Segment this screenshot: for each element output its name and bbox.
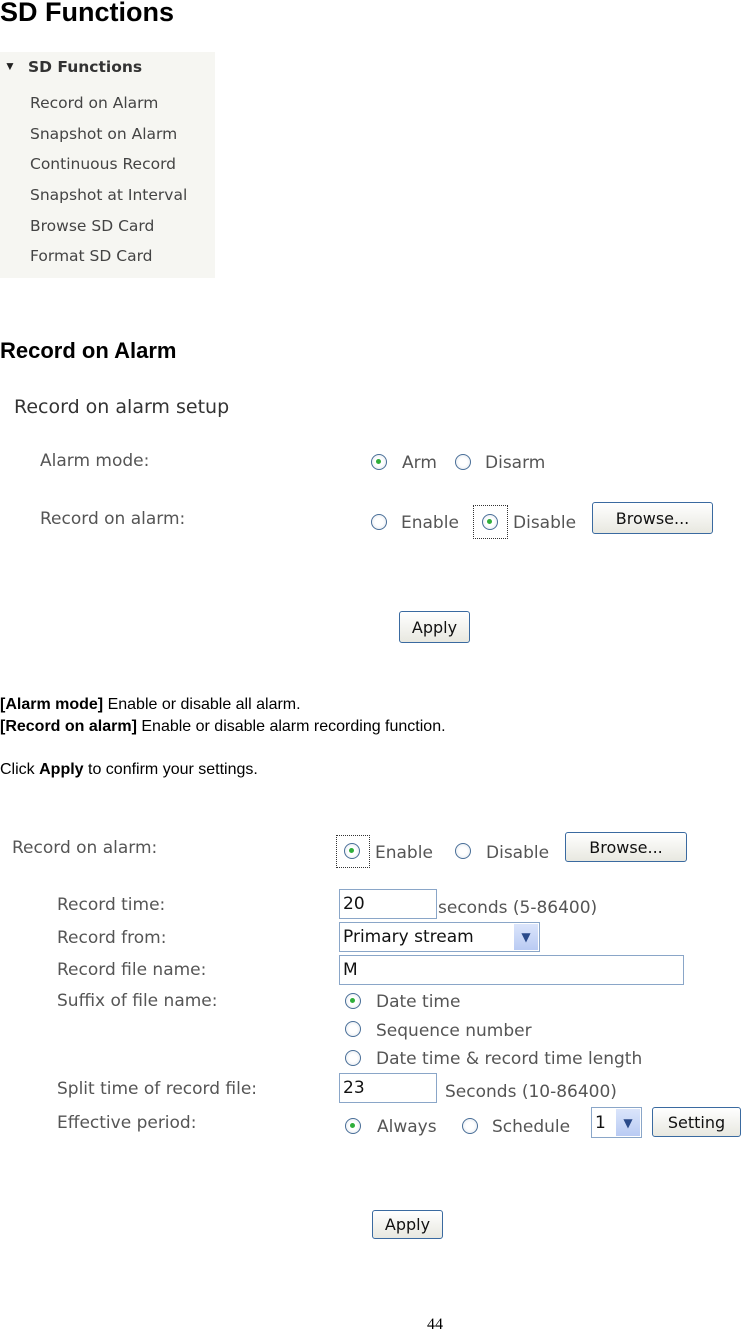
menu-item-format-sd-card[interactable]: Format SD Card <box>30 247 153 265</box>
record-from-label: Record from: <box>57 928 167 948</box>
arm-radio[interactable] <box>371 454 387 470</box>
browse-button[interactable]: Browse... <box>592 502 713 534</box>
arm-label: Arm <box>402 453 437 473</box>
suffix-option: Date time & record time length <box>376 1049 643 1069</box>
file-name-label: Record file name: <box>57 960 207 980</box>
suffix-option: Date time <box>376 992 461 1012</box>
record-on-alarm-label: Record on alarm: <box>12 838 158 858</box>
enable-label: Enable <box>375 843 433 863</box>
menu-item-snapshot-on-alarm[interactable]: Snapshot on Alarm <box>30 125 177 143</box>
menu-item-snapshot-at-interval[interactable]: Snapshot at Interval <box>30 186 187 204</box>
selected-value: 1 <box>595 1112 606 1133</box>
disable-label: Disable <box>513 513 577 533</box>
enable-radio[interactable] <box>344 843 360 859</box>
alarm-mode-label: Alarm mode: <box>40 451 150 471</box>
term: [Alarm mode] <box>0 696 104 713</box>
term: [Record on alarm] <box>0 718 137 735</box>
suffix-date-time-radio[interactable] <box>345 993 361 1009</box>
menu-header[interactable]: SD Functions <box>28 58 142 76</box>
desc-alarm-mode: [Alarm mode] Enable or disable all alarm… <box>0 696 301 714</box>
menu-item-browse-sd-card[interactable]: Browse SD Card <box>30 217 154 235</box>
desc-record-on-alarm: [Record on alarm] Enable or disable alar… <box>0 718 446 736</box>
schedule-label: Schedule <box>492 1117 571 1137</box>
record-from-select[interactable]: Primary stream ▼ <box>339 922 540 952</box>
collapse-triangle-icon[interactable]: ▼ <box>4 59 16 73</box>
definition: Enable or disable alarm recording functi… <box>136 718 446 735</box>
suffix-sequence-radio[interactable] <box>345 1021 361 1037</box>
file-name-input[interactable]: M <box>339 955 684 985</box>
enable-label: Enable <box>401 513 459 533</box>
menu-item-continuous-record[interactable]: Continuous Record <box>30 155 176 173</box>
selected-value: Primary stream <box>343 927 474 947</box>
split-time-input[interactable]: 23 <box>339 1073 437 1103</box>
effective-period-label: Effective period: <box>57 1113 197 1133</box>
schedule-select[interactable]: 1 ▼ <box>591 1107 642 1138</box>
setting-button[interactable]: Setting <box>652 1107 741 1137</box>
disarm-label: Disarm <box>485 453 546 473</box>
chevron-down-icon[interactable]: ▼ <box>616 1109 640 1136</box>
browse-button[interactable]: Browse... <box>565 832 687 862</box>
text: Click <box>0 761 40 778</box>
disable-radio[interactable] <box>455 843 471 859</box>
suffix-date-length-radio[interactable] <box>345 1050 361 1066</box>
disarm-radio[interactable] <box>455 454 471 470</box>
record-time-input[interactable]: 20 <box>339 889 437 919</box>
section-title: Record on Alarm <box>0 338 177 363</box>
split-time-unit: Seconds (10-86400) <box>445 1082 617 1102</box>
text: to confirm your settings. <box>83 761 258 778</box>
term: Apply <box>39 761 84 778</box>
chevron-down-icon[interactable]: ▼ <box>514 924 538 950</box>
always-label: Always <box>377 1117 437 1137</box>
record-time-unit: seconds (5-86400) <box>438 898 598 918</box>
definition: Enable or disable all alarm. <box>103 696 301 713</box>
page-number: 44 <box>427 1316 443 1333</box>
schedule-radio[interactable] <box>462 1118 478 1134</box>
record-time-label: Record time: <box>57 895 166 915</box>
page-title: SD Functions <box>0 0 174 27</box>
record-on-alarm-label: Record on alarm: <box>40 509 186 529</box>
split-time-label: Split time of record file: <box>57 1079 258 1099</box>
disable-radio[interactable] <box>482 514 498 530</box>
apply-button[interactable]: Apply <box>372 1210 443 1239</box>
apply-button[interactable]: Apply <box>399 611 470 643</box>
enable-radio[interactable] <box>371 514 387 530</box>
suffix-option: Sequence number <box>376 1021 532 1041</box>
always-radio[interactable] <box>345 1118 361 1134</box>
setup-heading: Record on alarm setup <box>14 396 230 418</box>
desc-apply: Click Apply to confirm your settings. <box>0 761 258 779</box>
suffix-label: Suffix of file name: <box>57 991 218 1011</box>
menu-item-record-on-alarm[interactable]: Record on Alarm <box>30 94 158 112</box>
disable-label: Disable <box>486 843 550 863</box>
